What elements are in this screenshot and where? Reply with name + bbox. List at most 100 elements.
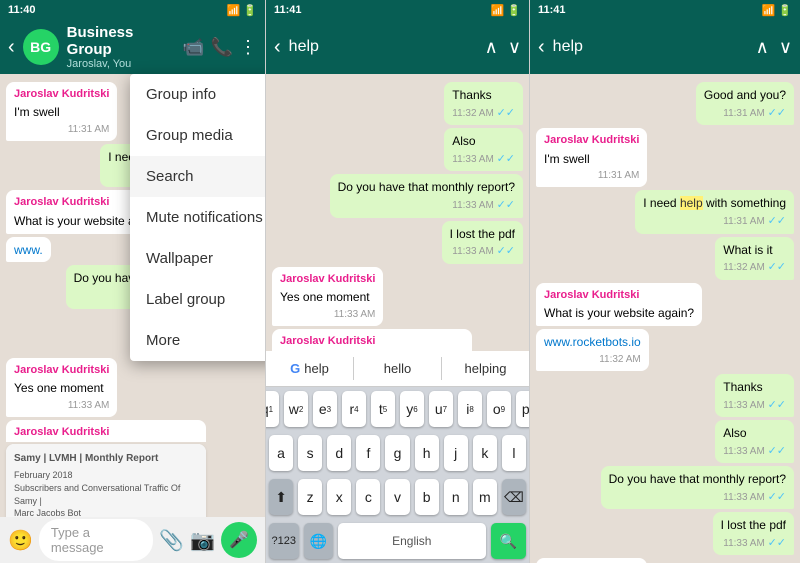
keyboard-suggestions: G help hello helping	[266, 351, 529, 387]
message-input-left[interactable]: Type a message	[39, 519, 153, 561]
key-g[interactable]: g	[385, 435, 409, 471]
key-h[interactable]: h	[415, 435, 439, 471]
search-header-right: ‹ help ∧ ∨	[530, 20, 800, 74]
list-item: www.rocketbots.io 11:32 AM	[536, 329, 649, 371]
key-t[interactable]: t5	[371, 391, 395, 427]
list-item: Do you have that monthly report? 11:33 A…	[601, 466, 794, 509]
time-right: 11:41	[538, 4, 566, 16]
call-icon[interactable]: 📞	[211, 37, 233, 58]
menu-more[interactable]: More ›	[130, 320, 265, 361]
search-up-icon[interactable]: ∧	[485, 37, 498, 58]
search-up-icon-right[interactable]: ∧	[756, 37, 769, 58]
camera-icon-left[interactable]: 📷	[190, 528, 215, 553]
key-shift[interactable]: ⬆	[269, 479, 293, 515]
attach-icon-left[interactable]: 📎	[159, 528, 184, 553]
list-item: Jaroslav Kudritski I'm swell 11:31 AM	[6, 82, 117, 141]
key-x[interactable]: x	[327, 479, 351, 515]
back-icon-mid[interactable]: ‹	[274, 36, 281, 59]
key-b[interactable]: b	[415, 479, 439, 515]
list-item: What is it 11:32 AM ✓✓	[715, 237, 794, 280]
menu-group-info[interactable]: Group info	[130, 74, 265, 115]
key-y[interactable]: y6	[400, 391, 424, 427]
search-down-icon[interactable]: ∨	[508, 37, 521, 58]
key-n[interactable]: n	[444, 479, 468, 515]
pdf-card-left[interactable]: Samy | LVMH | Monthly Report February 20…	[6, 444, 206, 517]
list-item: www.	[6, 237, 51, 263]
list-item: Also 11:33 AM ✓✓	[444, 128, 523, 171]
messages-area-right: Good and you? 11:31 AM ✓✓ Jaroslav Kudri…	[530, 74, 800, 563]
key-p[interactable]: p0	[516, 391, 530, 427]
key-a[interactable]: a	[269, 435, 293, 471]
right-panel: 11:41 📶 🔋 ‹ help ∧ ∨ Good and you? 11:31…	[530, 0, 800, 563]
menu-wallpaper[interactable]: Wallpaper	[130, 238, 265, 279]
key-123[interactable]: ?123	[269, 523, 299, 559]
key-d[interactable]: d	[327, 435, 351, 471]
search-header-mid: ‹ help ∧ ∨	[266, 20, 529, 74]
key-e[interactable]: e3	[313, 391, 337, 427]
suggestion-2[interactable]: hello	[354, 357, 442, 380]
time-left: 11:40	[8, 4, 36, 16]
key-s[interactable]: s	[298, 435, 322, 471]
search-down-icon-right[interactable]: ∨	[779, 37, 792, 58]
menu-icon[interactable]: ⋮	[239, 37, 257, 58]
key-space[interactable]: English	[338, 523, 486, 559]
list-item: Do you have that monthly report? 11:33 A…	[330, 174, 523, 217]
messages-area-mid: Thanks 11:32 AM ✓✓ Also 11:33 AM ✓✓ Do y…	[266, 74, 529, 351]
back-icon-left[interactable]: ‹	[8, 36, 15, 59]
key-globe[interactable]: 🌐	[304, 523, 334, 559]
status-bar-mid: 11:41 📶 🔋	[266, 0, 529, 20]
video-icon[interactable]: 📹	[182, 37, 204, 58]
mic-button-left[interactable]: 🎤	[221, 522, 257, 558]
menu-label[interactable]: Label group	[130, 279, 265, 320]
key-q[interactable]: q1	[265, 391, 279, 427]
avatar-left: BG	[23, 29, 59, 65]
keyboard-row-2: a s d f g h j k l	[266, 431, 529, 475]
list-item: I lost the pdf 11:33 AM ✓✓	[442, 221, 523, 264]
key-m[interactable]: m	[473, 479, 497, 515]
key-i[interactable]: i8	[458, 391, 482, 427]
keyboard-mid: G help hello helping q1 w2 e3 r4 t5 y6 u…	[266, 351, 529, 563]
search-input-mid[interactable]: help	[289, 38, 477, 56]
keyboard-row-4: ?123 🌐 English 🔍	[266, 519, 529, 563]
suggestion-1[interactable]: G help	[266, 357, 354, 380]
header-icons-left[interactable]: 📹 📞 ⋮	[182, 37, 257, 58]
dropdown-menu: Group info Group media Search Mute notif…	[130, 74, 265, 361]
key-v[interactable]: v	[385, 479, 409, 515]
emoji-icon[interactable]: 🙂	[8, 528, 33, 553]
status-bar-left: 11:40 📶 🔋	[0, 0, 265, 20]
key-u[interactable]: u7	[429, 391, 453, 427]
list-item: Thanks 11:32 AM ✓✓	[444, 82, 523, 125]
list-item: I lost the pdf 11:33 AM ✓✓	[713, 512, 794, 555]
key-c[interactable]: c	[356, 479, 380, 515]
list-item: Jaroslav Kudritski I'm swell 11:31 AM	[536, 128, 647, 187]
keyboard-row-1: q1 w2 e3 r4 t5 y6 u7 i8 o9 p0	[266, 387, 529, 431]
left-chat-header: ‹ BG Business Group Jaroslav, You 📹 📞 ⋮	[0, 20, 265, 74]
key-j[interactable]: j	[444, 435, 468, 471]
key-z[interactable]: z	[298, 479, 322, 515]
left-panel: 11:40 📶 🔋 ‹ BG Business Group Jaroslav, …	[0, 0, 265, 563]
back-icon-right[interactable]: ‹	[538, 36, 545, 59]
mid-panel: 11:41 📶 🔋 ‹ help ∧ ∨ Thanks 11:32 AM ✓✓ …	[265, 0, 530, 563]
key-f[interactable]: f	[356, 435, 380, 471]
key-r[interactable]: r4	[342, 391, 366, 427]
key-backspace[interactable]: ⌫	[502, 479, 526, 515]
menu-group-media[interactable]: Group media	[130, 115, 265, 156]
key-o[interactable]: o9	[487, 391, 511, 427]
key-search[interactable]: 🔍	[491, 523, 526, 559]
list-item: Jaroslav Kudritski Samy | LVMH | Monthly…	[272, 329, 472, 351]
key-k[interactable]: k	[473, 435, 497, 471]
list-item: Also 11:33 AM ✓✓	[715, 420, 794, 463]
search-nav-right: ∧ ∨	[756, 37, 792, 58]
list-item: Thanks 11:33 AM ✓✓	[715, 374, 794, 417]
key-l[interactable]: l	[502, 435, 526, 471]
list-item: Jaroslav Kudritski What is your website …	[536, 283, 702, 326]
menu-mute[interactable]: Mute notifications	[130, 197, 265, 238]
search-input-right[interactable]: help	[553, 38, 748, 56]
menu-search[interactable]: Search	[130, 156, 265, 197]
list-item: Jaroslav Kudritski Yes one moment 11:33 …	[272, 267, 383, 326]
status-icons-left: 📶 🔋	[227, 4, 257, 17]
suggestion-3[interactable]: helping	[442, 357, 529, 380]
list-item: Jaroslav Kudritski Yes one moment 11:33 …	[6, 358, 117, 417]
key-w[interactable]: w2	[284, 391, 308, 427]
status-icons-right: 📶 🔋	[762, 4, 792, 17]
